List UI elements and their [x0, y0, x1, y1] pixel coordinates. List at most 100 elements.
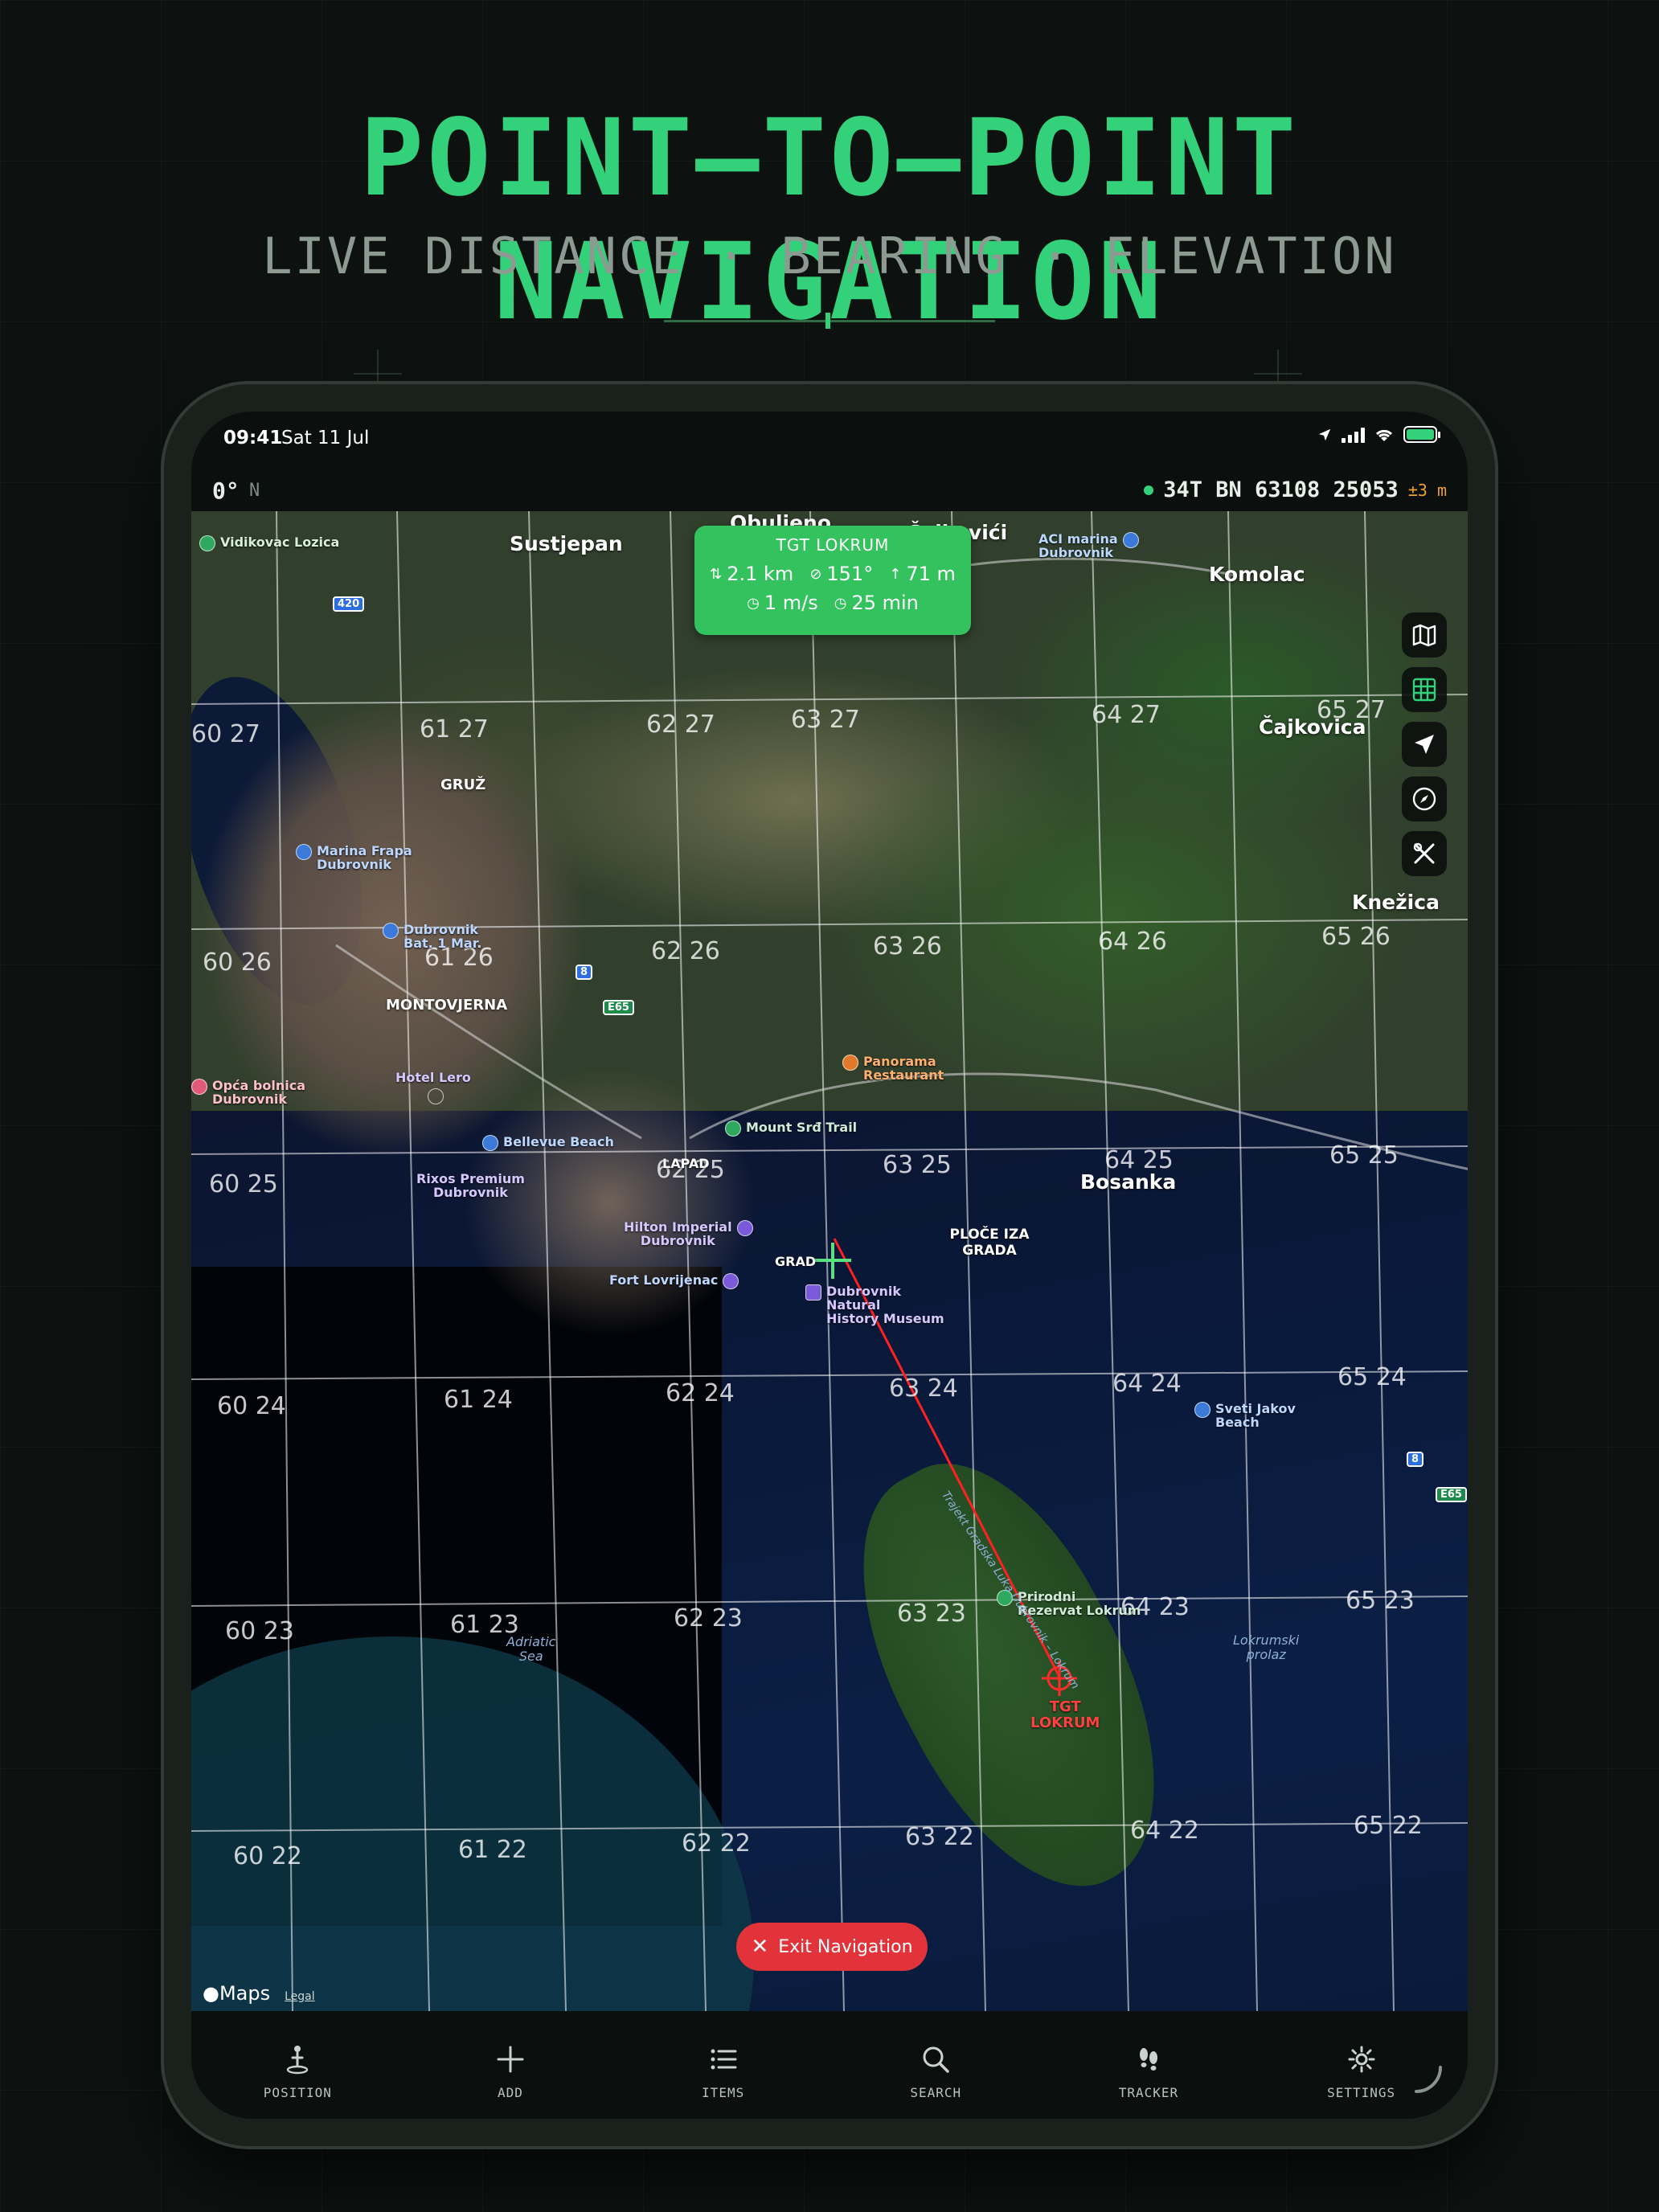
apple-logo-icon: ● [203, 1982, 219, 2005]
road-shield: 420 [333, 596, 365, 612]
position-person-icon [287, 2046, 309, 2075]
place-label: PLOČE IZA GRADA [949, 1227, 1030, 1259]
gps-accuracy: ±3 m [1407, 480, 1447, 500]
place-label: MONTOVJERNA [386, 997, 508, 1014]
footprints-icon [1139, 2048, 1157, 2071]
tab-tracker[interactable]: TRACKER [1076, 2043, 1221, 2100]
locate-me-button[interactable] [1402, 722, 1447, 767]
grid-square-label: 65 26 [1321, 923, 1391, 951]
gear-icon [1348, 2046, 1375, 2073]
grid-square-label: 65 22 [1354, 1812, 1423, 1840]
grid-square-label: 63 24 [889, 1374, 958, 1403]
hotel-icon [736, 1220, 753, 1236]
tools-icon [1413, 842, 1435, 864]
heading-reference: N [249, 481, 260, 501]
tab-position[interactable]: POSITION [225, 2043, 370, 2100]
poi-marker[interactable]: Mount Srđ Trail [725, 1120, 857, 1137]
status-time: 09:41 [223, 428, 283, 449]
trail-icon [725, 1120, 741, 1137]
poi-marker[interactable]: Bellevue Beach [482, 1135, 614, 1151]
maps-logo: ●Maps [203, 1982, 271, 2005]
grid-square-label: 62 24 [666, 1379, 735, 1407]
grid-square-label: 64 22 [1130, 1817, 1199, 1845]
poi-marker[interactable]: Opća bolnica Dubrovnik [191, 1079, 305, 1106]
place-label: GRUŽ [440, 776, 486, 793]
grid-square-label: 63 25 [883, 1151, 952, 1179]
map-view[interactable]: 62 27 63 27 64 27 65 27 60 27 61 27 62 26 63 26… [191, 511, 1468, 2011]
place-label: Komolac [1209, 563, 1305, 586]
grid-square-label: 60 25 [209, 1170, 278, 1198]
poi-marker[interactable]: Rixos Premium Dubrovnik [416, 1172, 525, 1199]
wifi-icon [1375, 429, 1393, 441]
beach-icon [482, 1135, 498, 1151]
grid-square-label: 60 27 [191, 720, 260, 748]
eta-stat: ◷ 25 min [834, 592, 919, 614]
place-label: Knežica [1352, 891, 1440, 914]
grid-square-label: 65 25 [1329, 1141, 1399, 1169]
navigation-info-card[interactable]: TGT LOKRUM ⇅ 2.1 km ⊘ 151° ↑ 71 m ◷ 1 m/s ◷ 2… [694, 526, 971, 635]
grid-square-label: 64 26 [1098, 928, 1167, 956]
grid-square-label: 65 23 [1346, 1587, 1415, 1615]
search-icon [923, 2046, 950, 2073]
grid-square-label: 63 27 [791, 706, 860, 734]
road-shield: 8 [576, 965, 593, 980]
poi-marker[interactable]: Panorama Restaurant [842, 1055, 944, 1082]
place-label: LAPAD [662, 1156, 710, 1171]
speed-stat: ◷ 1 m/s [747, 592, 818, 614]
exit-navigation-button[interactable]: ✕ Exit Navigation [736, 1923, 928, 1971]
info-bar: 0° N 34T BN 63108 25053 ±3 m [191, 471, 1468, 511]
tab-search[interactable]: SEARCH [863, 2043, 1008, 2100]
cellular-signal-icon [1342, 427, 1365, 443]
place-label: Sustjepan [510, 532, 623, 555]
grid-square-label: 61 22 [458, 1836, 527, 1864]
grid-square-label: 60 24 [217, 1392, 286, 1420]
speed-icon: ◷ [747, 594, 760, 612]
grid-square-label: 63 26 [873, 932, 942, 961]
place-label: Bosanka [1080, 1170, 1177, 1194]
clock-icon: ◷ [834, 594, 847, 612]
resize-handle-icon[interactable] [1410, 2061, 1445, 2096]
grid-overlay-button[interactable] [1402, 667, 1447, 712]
poi-marker[interactable]: Marina Frapa Dubrovnik [296, 844, 412, 871]
close-icon: ✕ [751, 1935, 769, 1959]
map-layers-button[interactable] [1402, 612, 1447, 657]
heading-value: 0° [212, 477, 240, 504]
hospital-icon [191, 1079, 207, 1095]
gps-readout[interactable]: 34T BN 63108 25053 ±3 m [1144, 477, 1447, 502]
restaurant-icon [842, 1055, 858, 1071]
compass-icon [1412, 787, 1436, 811]
poi-marker[interactable]: Vidikovac Lozica [199, 535, 339, 551]
status-bar: 09:41 Sat 11 Jul [191, 412, 1468, 471]
status-date: Sat 11 Jul [281, 428, 370, 449]
poi-marker[interactable]: Dubrovnik Bat. 1 Mar. [383, 923, 481, 950]
landmark-icon [723, 1273, 739, 1289]
grid-square-label: 64 24 [1112, 1370, 1182, 1398]
grid-reference: 34T BN 63108 25053 [1163, 477, 1399, 502]
current-position-marker [814, 1243, 851, 1279]
poi-marker[interactable]: Fort Lovrijenac [609, 1273, 739, 1289]
tab-add[interactable]: ADD [438, 2043, 583, 2100]
poi-marker[interactable]: Hilton Imperial Dubrovnik [624, 1220, 753, 1247]
water-label: Adriatic Sea [506, 1634, 556, 1664]
grid-square-label: 62 26 [651, 937, 720, 965]
distance-stat: ⇅ 2.1 km [710, 563, 794, 585]
tab-items[interactable]: ITEMS [651, 2043, 796, 2100]
gps-status-dot [1144, 485, 1154, 495]
map-toolbar [1402, 612, 1447, 876]
grid-square-label: 62 23 [674, 1604, 743, 1632]
elevation-stat: ↑ 71 m [889, 563, 956, 585]
tools-button[interactable] [1402, 831, 1447, 876]
hero-divider [664, 313, 995, 329]
grid-square-label: 60 23 [225, 1617, 294, 1645]
legal-link[interactable]: Legal [285, 1990, 315, 2003]
marina-icon [1122, 532, 1139, 548]
hotel-icon [428, 1088, 444, 1104]
tablet-frame: 09:41 Sat 11 Jul 0° N 34T BN 63108 25053… [161, 381, 1498, 2149]
poi-marker[interactable]: Dubrovnik Natural History Museum [805, 1284, 944, 1325]
poi-marker[interactable]: Sveti Jakov Beach [1194, 1402, 1296, 1429]
place-label: GRAD [775, 1254, 817, 1269]
poi-marker[interactable]: ACI marina Dubrovnik [1038, 532, 1139, 559]
poi-marker[interactable]: Hotel Lero [395, 1071, 471, 1104]
grid-square-label: 65 24 [1337, 1363, 1407, 1391]
compass-button[interactable] [1402, 776, 1447, 821]
